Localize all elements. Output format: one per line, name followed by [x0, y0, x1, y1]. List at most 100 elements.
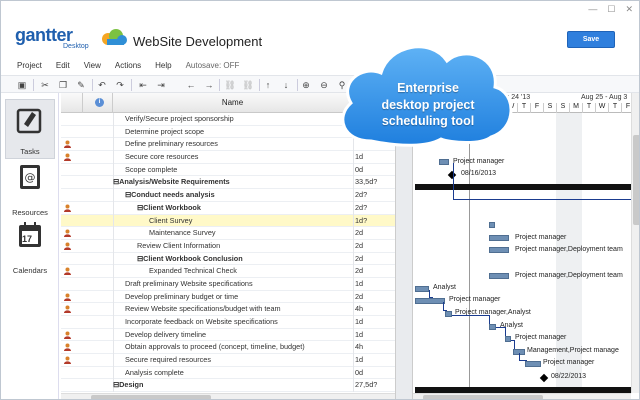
table-row[interactable]: Develop preliminary budget or time 2d	[61, 290, 395, 304]
link-icon[interactable]: ⛓	[223, 78, 237, 92]
gantt-bar[interactable]	[489, 273, 509, 279]
task-name[interactable]: Expanded Technical Check	[149, 266, 237, 275]
paint-icon[interactable]: ✎	[74, 78, 88, 92]
table-row[interactable]: Review Website specifications/budget wit…	[61, 303, 395, 316]
task-name[interactable]: Develop preliminary budget or time	[125, 292, 238, 301]
gantt-horizontal-scrollbar[interactable]	[413, 393, 631, 399]
task-duration[interactable]: 2d	[355, 228, 363, 237]
task-duration[interactable]: 1d	[355, 330, 363, 339]
indent-arrow-icon[interactable]: →	[202, 78, 216, 92]
gantt-bar[interactable]	[439, 159, 449, 165]
task-duration[interactable]: 4h	[355, 304, 363, 313]
scroll-thumb[interactable]	[633, 135, 639, 225]
task-duration[interactable]: 33,5d?	[355, 177, 377, 186]
task-duration[interactable]: 1d	[355, 317, 363, 326]
task-name[interactable]: Secure required resources	[125, 355, 211, 364]
copy-icon[interactable]: ❐	[56, 78, 70, 92]
table-row[interactable]: ⊟Design 27,5d?	[61, 379, 395, 393]
task-duration[interactable]: 2d	[355, 292, 363, 301]
task-name[interactable]: Determine project scope	[125, 127, 204, 136]
table-row[interactable]: Scope complete 0d	[61, 163, 395, 177]
table-row[interactable]: ⊟Conduct needs analysis 2d?	[61, 189, 395, 202]
save-button[interactable]: Save	[567, 31, 615, 48]
table-row[interactable]: Secure required resources 1d	[61, 354, 395, 367]
task-name[interactable]: Draft preliminary Website specifications	[125, 279, 253, 288]
table-row[interactable]: Client Survey 1d?	[61, 214, 395, 228]
gantt-bar[interactable]	[415, 286, 429, 292]
task-name[interactable]: Analysis complete	[125, 368, 184, 377]
table-row[interactable]: Expanded Technical Check 2d	[61, 265, 395, 278]
task-name[interactable]: Review Client Information	[137, 241, 220, 250]
milestone-diamond[interactable]	[447, 170, 457, 180]
zoom-in-icon[interactable]: ⊕	[299, 78, 313, 92]
undo-icon[interactable]: ↶	[95, 78, 109, 92]
task-duration[interactable]: 0d	[355, 368, 363, 377]
task-name[interactable]: Review Website specifications/budget wit…	[125, 304, 281, 313]
menu-actions[interactable]: Actions	[115, 61, 141, 70]
task-name[interactable]: ⊟Analysis/Website Requirements	[113, 177, 230, 186]
outdent-arrow-icon[interactable]: ←	[184, 78, 198, 92]
nav-calendars[interactable]: 17 Calendars	[5, 217, 55, 277]
task-duration[interactable]: 2d	[355, 241, 363, 250]
table-row[interactable]: ⊟Client Workbook Conclusion 2d	[61, 252, 395, 266]
outdent-icon[interactable]: ⇥	[154, 78, 168, 92]
move-up-icon[interactable]: ↑	[261, 78, 275, 92]
redo-icon[interactable]: ↷	[113, 78, 127, 92]
table-row[interactable]: ⊟Client Workbook 2d?	[61, 201, 395, 215]
table-row[interactable]: Maintenance Survey 2d	[61, 227, 395, 240]
task-name[interactable]: Develop delivery timeline	[125, 330, 206, 339]
grid-horizontal-scrollbar[interactable]	[61, 393, 395, 399]
gantt-bar[interactable]	[415, 298, 445, 304]
header-name[interactable]: Name	[113, 93, 353, 113]
menu-project[interactable]: Project	[17, 61, 42, 70]
nav-tasks[interactable]: Tasks	[5, 99, 55, 159]
minimize-icon[interactable]: —	[588, 4, 597, 15]
maximize-icon[interactable]: ☐	[607, 4, 615, 15]
task-duration[interactable]: 0d	[355, 165, 363, 174]
table-row[interactable]: Draft preliminary Website specifications…	[61, 277, 395, 291]
task-duration[interactable]: 27,5d?	[355, 380, 377, 389]
unlink-icon[interactable]: ⛓	[241, 78, 255, 92]
gantt-bar[interactable]	[489, 235, 509, 241]
gantt-bar[interactable]	[525, 361, 541, 367]
table-row[interactable]: Analysis complete 0d	[61, 366, 395, 380]
menu-view[interactable]: View	[84, 61, 101, 70]
gantt-bar[interactable]	[489, 324, 496, 330]
task-name[interactable]: Incorporate feedback on Website specific…	[125, 317, 278, 326]
task-duration[interactable]: 1d	[355, 355, 363, 364]
nav-resources[interactable]: @ Resources	[5, 159, 55, 219]
scroll-thumb[interactable]	[423, 395, 543, 399]
scroll-thumb[interactable]	[91, 395, 211, 399]
save-icon[interactable]: ▣	[15, 78, 29, 92]
task-name[interactable]: ⊟Client Workbook Conclusion	[137, 254, 243, 263]
task-duration[interactable]: 2d?	[355, 190, 367, 199]
task-duration[interactable]: 2d?	[355, 203, 367, 212]
task-name[interactable]: Obtain approvals to proceed (concept, ti…	[125, 342, 305, 351]
task-name[interactable]: Define preliminary resources	[125, 139, 218, 148]
table-row[interactable]: Incorporate feedback on Website specific…	[61, 316, 395, 329]
table-row[interactable]: ⊟Analysis/Website Requirements 33,5d?	[61, 176, 395, 190]
header-info[interactable]: i	[83, 93, 113, 113]
menu-edit[interactable]: Edit	[56, 61, 70, 70]
task-name[interactable]: Maintenance Survey	[149, 228, 216, 237]
task-name[interactable]: ⊟Client Workbook	[137, 203, 201, 212]
task-name[interactable]: ⊟Design	[113, 380, 143, 389]
cut-icon[interactable]: ✂	[38, 78, 52, 92]
task-name[interactable]: Verify/Secure project sponsorship	[125, 114, 234, 123]
task-duration[interactable]: 4h	[355, 342, 363, 351]
task-name[interactable]: Secure core resources	[125, 152, 198, 161]
summary-bar[interactable]	[415, 184, 631, 190]
gantt-bar[interactable]	[489, 222, 495, 228]
autosave-status[interactable]: Autosave: OFF	[186, 61, 240, 70]
table-row[interactable]: Obtain approvals to proceed (concept, ti…	[61, 341, 395, 355]
milestone-diamond[interactable]	[539, 373, 549, 383]
task-duration[interactable]: 1d?	[355, 216, 367, 225]
vertical-scrollbar[interactable]	[631, 93, 639, 393]
task-duration[interactable]: 2d	[355, 254, 363, 263]
gantt-bar[interactable]	[445, 311, 452, 317]
table-row[interactable]: Review Client Information 2d	[61, 239, 395, 253]
task-duration[interactable]: 2d	[355, 266, 363, 275]
move-down-icon[interactable]: ↓	[279, 78, 293, 92]
table-row[interactable]: Develop delivery timeline 1d	[61, 328, 395, 342]
gantt-bar[interactable]	[489, 247, 509, 253]
